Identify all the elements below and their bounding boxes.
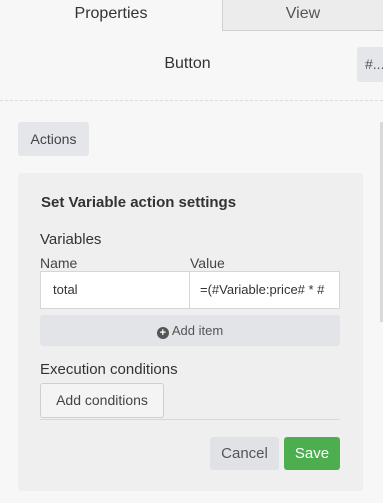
execution-conditions-label: Execution conditions (40, 361, 178, 378)
tab-bar: Properties View (0, 0, 383, 31)
panel-title: Set Variable action settings (41, 194, 237, 211)
cancel-button[interactable]: Cancel (210, 437, 279, 470)
set-variable-action-panel: Set Variable action settings Variables N… (18, 173, 363, 491)
variable-name-input[interactable]: total (40, 271, 190, 309)
tab-properties[interactable]: Properties (0, 0, 222, 31)
element-name: Button (164, 55, 211, 72)
add-conditions-button[interactable]: Add conditions (40, 383, 164, 418)
name-column-label: Name (40, 255, 78, 271)
element-id-chip[interactable]: #... (357, 47, 383, 82)
value-column-label: Value (190, 255, 225, 271)
plus-circle-icon: + (156, 327, 169, 339)
divider (40, 419, 340, 420)
variable-value-input[interactable]: =(#Variable:price# * # (189, 271, 340, 309)
variables-label: Variables (40, 231, 102, 248)
save-button[interactable]: Save (284, 437, 340, 470)
properties-panel: Properties View Button #... Actions Set … (0, 0, 383, 503)
add-item-button[interactable]: + Add item (40, 315, 340, 346)
tab-view[interactable]: View (222, 0, 383, 31)
actions-button[interactable]: Actions (18, 122, 89, 156)
add-item-label: Add item (171, 323, 224, 338)
selected-element-header: Button #... (0, 31, 383, 101)
